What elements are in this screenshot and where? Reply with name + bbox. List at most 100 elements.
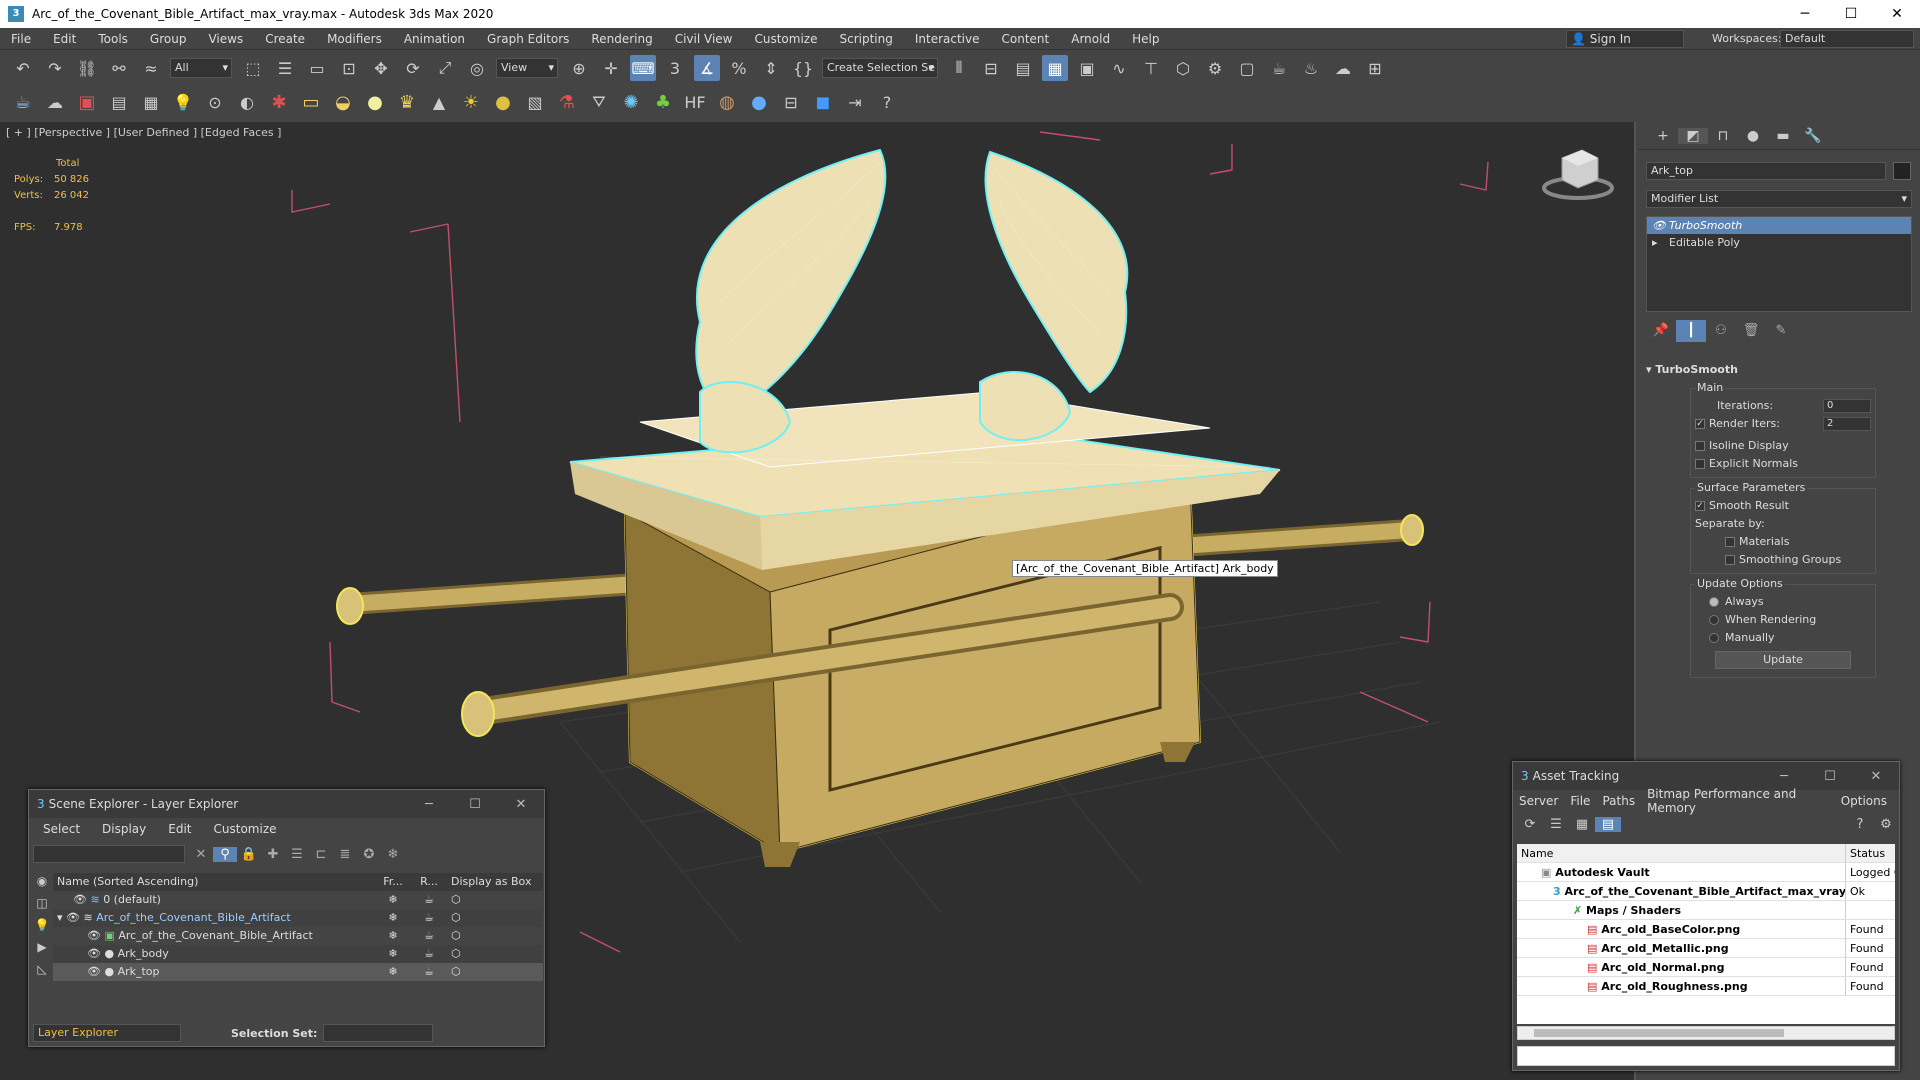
col-display-as-box[interactable]: Display as Box: [447, 873, 543, 891]
table-row[interactable]: ▾ 👁 ≋ Arc_of_the_Covenant_Bible_Artifact…: [53, 909, 543, 927]
at-menu-server[interactable]: Server: [1519, 794, 1558, 808]
menu-rendering[interactable]: Rendering: [580, 28, 663, 50]
close-button[interactable]: ✕: [1874, 0, 1920, 28]
vray-mesh-light-icon[interactable]: ♛: [394, 89, 420, 115]
table-row[interactable]: ▤ Arc_old_BaseColor.png Found: [1517, 920, 1895, 939]
viewport-label[interactable]: [ + ] [Perspective ] [User Defined ] [Ed…: [6, 126, 281, 139]
se-minimize-button[interactable]: ─: [406, 797, 452, 812]
motion-tab-icon[interactable]: ●: [1738, 128, 1768, 144]
box-icon[interactable]: ⬡: [447, 927, 543, 945]
bind-space-warp-icon[interactable]: ≈: [138, 55, 164, 81]
render-icon[interactable]: ☕: [411, 891, 447, 909]
render-frame-icon[interactable]: ▣: [74, 89, 100, 115]
vray-dome-icon[interactable]: ◒: [330, 89, 356, 115]
refresh-icon[interactable]: ⟳: [1517, 817, 1543, 832]
rollout-header[interactable]: ▾ TurboSmooth: [1646, 362, 1912, 378]
rendered-frame-icon[interactable]: ▢: [1234, 55, 1260, 81]
lock-icon[interactable]: 🔒: [237, 847, 261, 862]
align-icon[interactable]: ⊟: [978, 55, 1004, 81]
teapot-icon[interactable]: ☕: [10, 89, 36, 115]
make-unique-icon[interactable]: ⚇: [1706, 320, 1736, 342]
menu-tools[interactable]: Tools: [87, 28, 139, 50]
menu-interactive[interactable]: Interactive: [904, 28, 991, 50]
se-maximize-button[interactable]: ☐: [452, 797, 498, 812]
workspace-dropdown[interactable]: Default: [1780, 30, 1914, 48]
modify-tab-icon[interactable]: ◩: [1678, 127, 1708, 144]
display-all-icon[interactable]: ◉: [31, 870, 53, 892]
eye-icon[interactable]: 👁: [66, 911, 83, 924]
vray-fur-icon[interactable]: ⚗: [554, 89, 580, 115]
add-layer-icon[interactable]: ✚: [261, 847, 285, 862]
se-menu-edit[interactable]: Edit: [168, 822, 191, 836]
menu-group[interactable]: Group: [139, 28, 198, 50]
render-production-icon[interactable]: ☕: [1266, 55, 1292, 81]
freeze-icon[interactable]: ❄: [375, 909, 411, 927]
vray-displacement-icon[interactable]: ⛛: [586, 89, 612, 115]
configure-sets-icon[interactable]: ✎: [1766, 320, 1796, 342]
stack-item-turbosmooth[interactable]: 👁 TurboSmooth: [1647, 217, 1911, 234]
vray-sun-icon[interactable]: ☀: [458, 89, 484, 115]
curve-editor-icon[interactable]: ∿: [1106, 55, 1132, 81]
vray-scene-icon[interactable]: ◼: [810, 89, 836, 115]
show-end-result-icon[interactable]: ┃: [1676, 320, 1706, 342]
filter-icon[interactable]: ⚲: [213, 846, 237, 862]
manually-radio[interactable]: [1709, 633, 1719, 643]
display-geometry-icon[interactable]: ◫: [31, 892, 53, 914]
table-row[interactable]: 👁 ≋ 0 (default) ❄ ☕ ⬡: [53, 891, 543, 909]
render-iterative-icon[interactable]: ♨: [1298, 55, 1324, 81]
hierarchy-icon[interactable]: ⊏: [309, 847, 333, 862]
table-row[interactable]: ▣ Autodesk Vault Logged O: [1517, 863, 1895, 882]
render-table-icon[interactable]: ▦: [138, 89, 164, 115]
settings-icon[interactable]: ⚙: [1873, 817, 1899, 832]
menu-civil-view[interactable]: Civil View: [664, 28, 744, 50]
cloud-icon[interactable]: ☁: [42, 89, 68, 115]
create-tab-icon[interactable]: +: [1648, 128, 1678, 144]
edit-named-selection-icon[interactable]: {}: [790, 55, 816, 81]
render-grid-icon[interactable]: ⊞: [1362, 55, 1388, 81]
box-icon[interactable]: ⬡: [447, 891, 543, 909]
menu-file[interactable]: File: [0, 28, 42, 50]
table-row[interactable]: 3 Arc_of_the_Covenant_Bible_Artifact_max…: [1517, 882, 1895, 901]
table-row[interactable]: 👁 ● Ark_top ❄ ☕ ⬡: [53, 963, 543, 981]
render-icon[interactable]: ☕: [411, 927, 447, 945]
layer-explorer-icon[interactable]: ▤: [1010, 55, 1036, 81]
update-button[interactable]: Update: [1715, 651, 1851, 669]
pivot-icon[interactable]: ⊕: [566, 55, 592, 81]
col-render[interactable]: R...: [411, 873, 447, 891]
scale-icon[interactable]: ⤢: [432, 55, 458, 81]
menu-graph-editors[interactable]: Graph Editors: [476, 28, 580, 50]
se-search-input[interactable]: [33, 845, 185, 863]
display-helpers-icon[interactable]: ◺: [31, 958, 53, 980]
at-menu-file[interactable]: File: [1570, 794, 1590, 808]
vfb-icon[interactable]: ⊙: [202, 89, 228, 115]
link-icon[interactable]: ⛓: [74, 55, 100, 81]
pin-stack-icon[interactable]: 📌: [1646, 320, 1676, 342]
table-row[interactable]: 👁 ● Ark_body ❄ ☕ ⬡: [53, 945, 543, 963]
explorer-type-dropdown[interactable]: Layer Explorer: [33, 1024, 181, 1042]
light-lister-icon[interactable]: 💡: [170, 89, 196, 115]
se-menu-customize[interactable]: Customize: [214, 822, 277, 836]
named-selection-dropdown[interactable]: Create Selection Se: [822, 58, 938, 78]
angle-snap-icon[interactable]: ∡: [694, 55, 720, 81]
clear-search-icon[interactable]: ✕: [189, 847, 213, 862]
vray-clipper-icon[interactable]: ◍: [714, 89, 740, 115]
window-crossing-icon[interactable]: ⊡: [336, 55, 362, 81]
vray-ambient-icon[interactable]: ●: [490, 89, 516, 115]
render-icon[interactable]: ☕: [411, 909, 447, 927]
sphere-half-icon[interactable]: ◐: [234, 89, 260, 115]
thumbnail-view-icon[interactable]: ▦: [1569, 817, 1595, 832]
snaps-toggle-icon[interactable]: 3: [662, 55, 688, 81]
place-icon[interactable]: ◎: [464, 55, 490, 81]
iterations-spinner[interactable]: 0: [1823, 399, 1871, 413]
render-cloud-icon[interactable]: ☁: [1330, 55, 1356, 81]
col-asset-status[interactable]: Status: [1845, 844, 1895, 862]
freeze-icon[interactable]: ❄: [375, 945, 411, 963]
stack-icon[interactable]: ≣: [333, 847, 357, 862]
ribbon-icon[interactable]: ▣: [1074, 55, 1100, 81]
box-icon[interactable]: ⬡: [447, 963, 543, 981]
display-cameras-icon[interactable]: ▶: [31, 936, 53, 958]
selection-set-dropdown[interactable]: [323, 1024, 434, 1042]
schematic-view-icon[interactable]: ⊤: [1138, 55, 1164, 81]
move-icon[interactable]: ✥: [368, 55, 394, 81]
select-manipulate-icon[interactable]: ✛: [598, 55, 624, 81]
